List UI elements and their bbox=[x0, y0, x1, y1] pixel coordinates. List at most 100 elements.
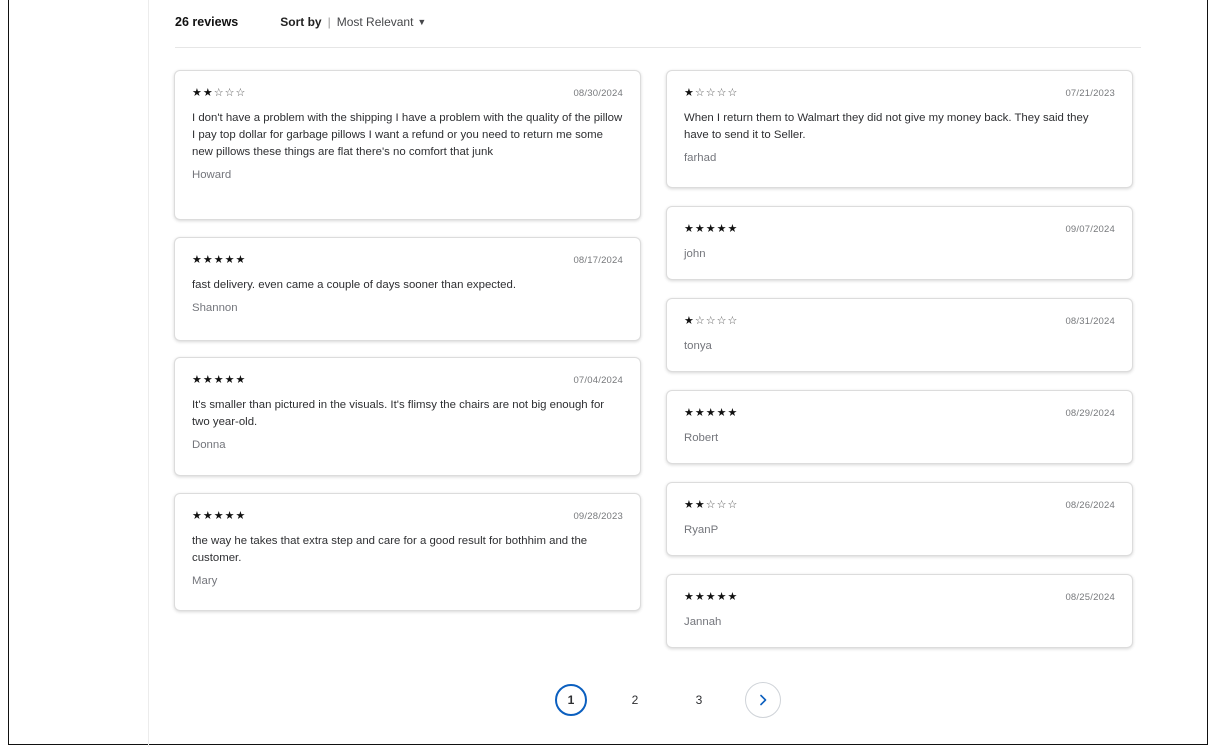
review-card: ★★☆☆☆ 08/26/2024 RyanP bbox=[666, 482, 1133, 556]
star-filled-icon: ★ bbox=[727, 407, 739, 419]
star-filled-icon: ★ bbox=[684, 591, 695, 603]
star-empty-icon: ☆ bbox=[727, 87, 739, 99]
page-1-button[interactable]: 1 bbox=[555, 684, 587, 716]
review-card: ★★★★★ 08/25/2024 Jannah bbox=[666, 574, 1133, 648]
star-rating: ★★☆☆☆ bbox=[192, 86, 246, 100]
review-date: 08/26/2024 bbox=[1065, 499, 1115, 511]
review-card: ★★☆☆☆ 08/30/2024 I don't have a problem … bbox=[174, 70, 641, 220]
review-text: It's smaller than pictured in the visual… bbox=[192, 399, 605, 428]
star-filled-icon: ★ bbox=[202, 254, 214, 266]
star-rating: ★★★★★ bbox=[684, 590, 738, 604]
review-date: 07/21/2023 bbox=[1065, 87, 1115, 99]
review-author: Jannah bbox=[684, 616, 722, 628]
star-filled-icon: ★ bbox=[716, 223, 728, 235]
star-filled-icon: ★ bbox=[224, 254, 236, 266]
sort-control[interactable]: Sort by | Most Relevant ▼ bbox=[280, 15, 426, 29]
header-divider bbox=[175, 47, 1141, 48]
star-rating: ★★★★★ bbox=[684, 222, 738, 236]
star-rating: ★★★★★ bbox=[192, 509, 246, 523]
review-author: Mary bbox=[192, 575, 218, 587]
review-text: fast delivery. even came a couple of day… bbox=[192, 279, 516, 291]
review-author: RyanP bbox=[684, 524, 719, 536]
star-filled-icon: ★ bbox=[716, 407, 728, 419]
star-filled-icon: ★ bbox=[202, 87, 214, 99]
sort-separator: | bbox=[327, 15, 331, 29]
review-date: 09/07/2024 bbox=[1065, 223, 1115, 235]
star-filled-icon: ★ bbox=[202, 374, 214, 386]
review-count: 26 reviews bbox=[175, 15, 239, 29]
review-author: Robert bbox=[684, 432, 719, 444]
pagination: 1 2 3 bbox=[555, 682, 781, 718]
star-empty-icon: ☆ bbox=[705, 499, 717, 511]
page-3-button[interactable]: 3 bbox=[683, 684, 715, 716]
sort-label: Sort by bbox=[280, 15, 322, 29]
review-date: 08/17/2024 bbox=[573, 254, 623, 266]
review-author: farhad bbox=[684, 152, 717, 164]
star-filled-icon: ★ bbox=[202, 510, 214, 522]
star-filled-icon: ★ bbox=[705, 223, 717, 235]
review-date: 09/28/2023 bbox=[573, 510, 623, 522]
review-card: ★★★★★ 09/07/2024 john bbox=[666, 206, 1133, 280]
star-filled-icon: ★ bbox=[224, 510, 236, 522]
star-filled-icon: ★ bbox=[213, 374, 225, 386]
review-card: ★★★★★ 09/28/2023 the way he takes that e… bbox=[174, 493, 641, 611]
next-page-button[interactable] bbox=[745, 682, 781, 718]
star-filled-icon: ★ bbox=[235, 510, 247, 522]
star-filled-icon: ★ bbox=[192, 254, 203, 266]
review-card: ★★★★★ 08/17/2024 fast delivery. even cam… bbox=[174, 237, 641, 341]
star-filled-icon: ★ bbox=[192, 87, 203, 99]
page-2-button[interactable]: 2 bbox=[619, 684, 651, 716]
star-rating: ★★☆☆☆ bbox=[684, 498, 738, 512]
star-filled-icon: ★ bbox=[192, 374, 203, 386]
review-card: ★☆☆☆☆ 07/21/2023 When I return them to W… bbox=[666, 70, 1133, 188]
star-empty-icon: ☆ bbox=[727, 315, 739, 327]
star-rating: ★★★★★ bbox=[684, 406, 738, 420]
star-rating: ★☆☆☆☆ bbox=[684, 314, 738, 328]
review-author: john bbox=[684, 248, 706, 260]
star-empty-icon: ☆ bbox=[716, 315, 728, 327]
chevron-right-icon bbox=[760, 694, 767, 706]
star-filled-icon: ★ bbox=[235, 254, 247, 266]
star-filled-icon: ★ bbox=[727, 223, 739, 235]
review-date: 08/31/2024 bbox=[1065, 315, 1115, 327]
review-card: ★★★★★ 08/29/2024 Robert bbox=[666, 390, 1133, 464]
star-rating: ★★★★★ bbox=[192, 253, 246, 267]
star-empty-icon: ☆ bbox=[716, 87, 728, 99]
star-empty-icon: ☆ bbox=[213, 87, 225, 99]
sort-dropdown[interactable]: Most Relevant bbox=[337, 15, 414, 29]
review-author: Howard bbox=[192, 169, 232, 181]
star-filled-icon: ★ bbox=[694, 591, 706, 603]
star-filled-icon: ★ bbox=[684, 407, 695, 419]
star-empty-icon: ☆ bbox=[716, 499, 728, 511]
review-card: ★★★★★ 07/04/2024 It's smaller than pictu… bbox=[174, 357, 641, 476]
star-filled-icon: ★ bbox=[235, 374, 247, 386]
star-filled-icon: ★ bbox=[224, 374, 236, 386]
star-empty-icon: ☆ bbox=[727, 499, 739, 511]
star-filled-icon: ★ bbox=[705, 407, 717, 419]
star-filled-icon: ★ bbox=[705, 591, 717, 603]
review-author: Donna bbox=[192, 439, 226, 451]
star-filled-icon: ★ bbox=[192, 510, 203, 522]
star-empty-icon: ☆ bbox=[694, 315, 706, 327]
star-filled-icon: ★ bbox=[694, 223, 706, 235]
star-filled-icon: ★ bbox=[694, 499, 706, 511]
star-filled-icon: ★ bbox=[684, 499, 695, 511]
review-text: When I return them to Walmart they did n… bbox=[684, 112, 1089, 141]
star-filled-icon: ★ bbox=[213, 510, 225, 522]
star-empty-icon: ☆ bbox=[694, 87, 706, 99]
review-date: 08/30/2024 bbox=[573, 87, 623, 99]
review-date: 08/29/2024 bbox=[1065, 407, 1115, 419]
star-rating: ★☆☆☆☆ bbox=[684, 86, 738, 100]
star-filled-icon: ★ bbox=[694, 407, 706, 419]
review-author: Shannon bbox=[192, 302, 238, 314]
review-card: ★☆☆☆☆ 08/31/2024 tonya bbox=[666, 298, 1133, 372]
reviews-header: 26 reviews Sort by | Most Relevant ▼ bbox=[175, 12, 426, 32]
star-rating: ★★★★★ bbox=[192, 373, 246, 387]
chevron-down-icon[interactable]: ▼ bbox=[417, 17, 426, 27]
star-filled-icon: ★ bbox=[684, 315, 695, 327]
star-empty-icon: ☆ bbox=[235, 87, 247, 99]
review-date: 08/25/2024 bbox=[1065, 591, 1115, 603]
star-filled-icon: ★ bbox=[213, 254, 225, 266]
star-filled-icon: ★ bbox=[684, 223, 695, 235]
star-filled-icon: ★ bbox=[684, 87, 695, 99]
